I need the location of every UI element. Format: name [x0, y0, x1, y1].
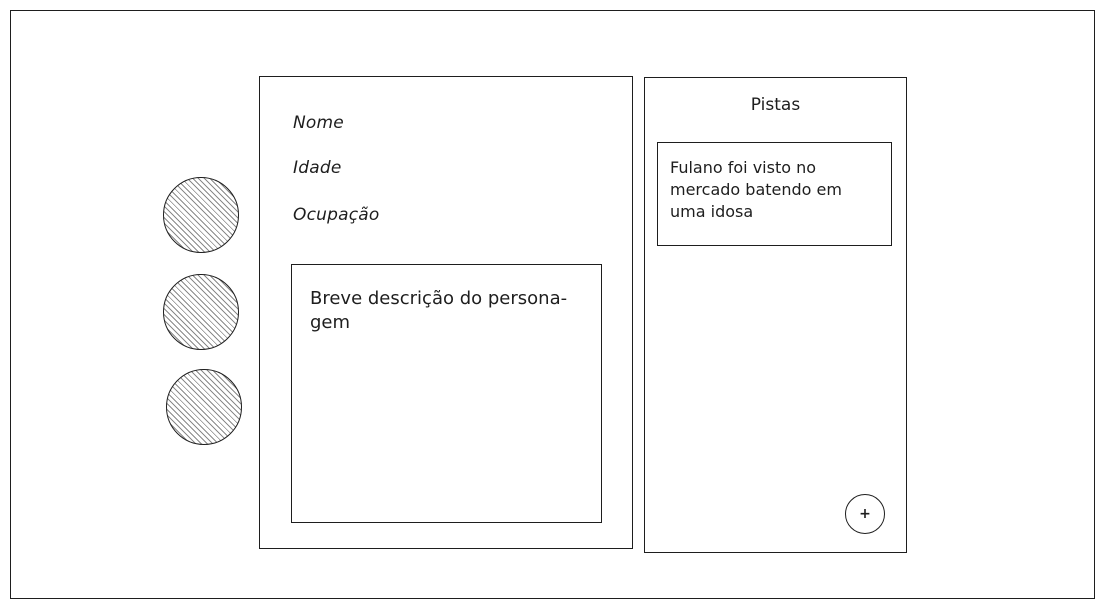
clue-card[interactable]: Fulano foi visto no mercado batendo em u…: [657, 142, 892, 246]
clues-panel: Pistas Fulano foi visto no mercado baten…: [644, 77, 907, 553]
clues-title: Pistas: [750, 95, 801, 115]
character-panel: Nome Idade Ocupação Breve descrição do p…: [259, 76, 633, 549]
add-clue-button[interactable]: +: [845, 494, 885, 534]
age-field-label[interactable]: Idade: [293, 158, 341, 178]
clue-text: Fulano foi visto no mercado batendo em u…: [670, 158, 842, 221]
occupation-field-label[interactable]: Ocupação: [293, 205, 379, 225]
character-description-box[interactable]: Breve descrição do persona-gem: [291, 264, 602, 523]
character-avatar-1[interactable]: [163, 177, 239, 253]
character-avatar-3[interactable]: [166, 369, 242, 445]
character-avatar-2[interactable]: [163, 274, 239, 350]
plus-icon: +: [859, 506, 871, 522]
name-field-label[interactable]: Nome: [293, 113, 344, 133]
character-description-text: Breve descrição do persona-gem: [310, 288, 568, 333]
